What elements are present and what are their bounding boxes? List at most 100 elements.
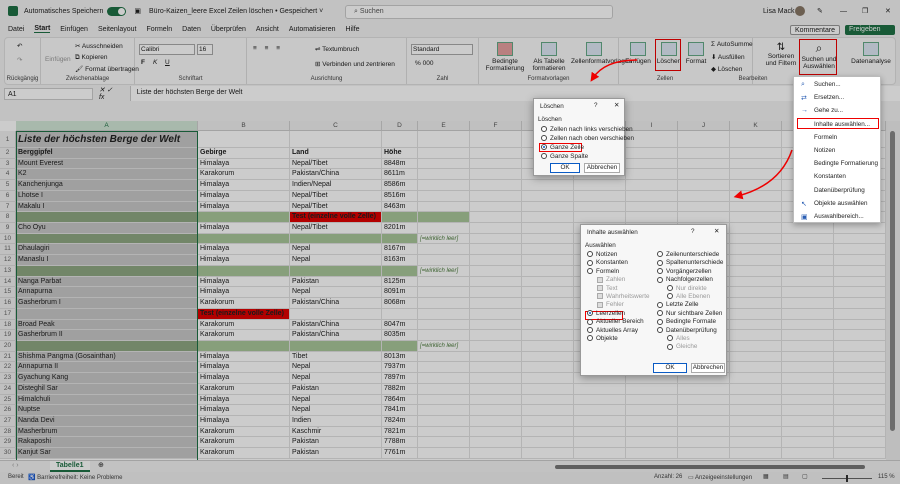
option-label: Ganze Spalte [550, 153, 589, 160]
option[interactable]: Vorgängerzellen [657, 268, 712, 275]
radio-option[interactable]: Zellen nach oben verschieben [541, 135, 634, 142]
menu-item[interactable]: Gehe zu... [814, 107, 843, 114]
option[interactable]: Nur direkte [667, 285, 707, 292]
radio-icon[interactable] [667, 284, 673, 291]
ok-button[interactable]: OK [550, 163, 580, 173]
option[interactable]: Formeln [587, 268, 619, 275]
option-label: Fehler [606, 301, 624, 309]
checkbox-icon[interactable] [597, 276, 603, 283]
section-label: Löschen [538, 116, 562, 123]
radio-icon[interactable] [587, 335, 593, 342]
radio-icon[interactable] [587, 310, 593, 317]
search-icon: ⌕ [801, 81, 805, 88]
menu-item[interactable]: Ersetzen... [814, 94, 844, 101]
option[interactable]: Text [597, 285, 618, 292]
option-label: Aktuelles Array [596, 326, 638, 334]
option-label: Zeilenunterschiede [666, 251, 720, 258]
menu-item[interactable]: Bedingte Formatierung [814, 160, 878, 167]
option-label: Nur sichtbare Zellen [666, 309, 723, 317]
help-icon[interactable]: ? [594, 102, 598, 109]
radio-icon[interactable] [587, 268, 593, 275]
menu-item[interactable]: Suchen... [814, 81, 841, 88]
radio-icon[interactable] [657, 326, 663, 333]
option[interactable]: Leerzellen [587, 310, 625, 317]
option[interactable]: Letzte Zelle [657, 301, 699, 308]
menu-item[interactable]: Auswahlbereich... [814, 213, 864, 220]
option[interactable]: Notizen [587, 251, 617, 258]
option[interactable]: Fehler [597, 301, 624, 308]
option-label: Aktueller Bereich [596, 318, 644, 326]
radio-icon[interactable] [541, 144, 547, 151]
option-label: Alles [676, 335, 690, 342]
option-label: Letzte Zelle [666, 301, 699, 309]
option[interactable]: Nur sichtbare Zellen [657, 310, 722, 317]
menu-item[interactable]: Notizen [814, 147, 835, 154]
radio-icon[interactable] [541, 153, 547, 160]
radio-icon[interactable] [657, 301, 663, 308]
option[interactable]: Wahrheitswerte [597, 293, 650, 300]
option-label: Zellen nach links verschieben [550, 126, 633, 133]
checkbox-icon[interactable] [597, 301, 603, 308]
radio-icon[interactable] [587, 318, 593, 325]
close-icon[interactable]: ✕ [714, 228, 719, 235]
option[interactable]: Aktueller Bereich [587, 318, 644, 325]
section-label: Auswählen [585, 242, 616, 249]
option-label: Zellen nach oben verschieben [550, 135, 635, 142]
close-icon[interactable]: ✕ [614, 102, 619, 109]
option[interactable]: Bedingte Formate [657, 318, 716, 325]
option-label: Vorgängerzellen [666, 267, 712, 275]
radio-option[interactable]: Ganze Spalte [541, 153, 588, 160]
red-arrow-to-delete-dialog [590, 59, 638, 82]
cancel-button[interactable]: Abbrechen [584, 163, 620, 173]
ok-button[interactable]: OK [653, 363, 687, 373]
highlight-box [797, 117, 879, 129]
radio-icon[interactable] [587, 259, 593, 266]
radio-option[interactable]: Ganze Zeile [541, 144, 584, 151]
select-objects-icon: ↖ [801, 200, 807, 208]
option-label: Nur direkte [676, 284, 707, 292]
radio-icon[interactable] [657, 318, 663, 325]
menu-item[interactable]: Konstanten [814, 173, 846, 180]
option-label: Gleiche [676, 343, 698, 351]
option-label: Ganze Zeile [550, 144, 584, 151]
help-icon[interactable]: ? [691, 228, 695, 235]
menu-item[interactable]: Objekte auswählen [814, 200, 868, 207]
option[interactable]: Aktuelles Array [587, 327, 638, 334]
menu-item[interactable]: Datenüberprüfung [814, 187, 865, 194]
radio-option[interactable]: Zellen nach links verschieben [541, 126, 633, 133]
radio-icon[interactable] [587, 251, 593, 258]
radio-icon[interactable] [587, 326, 593, 333]
option[interactable]: Zeilenunterschiede [657, 251, 719, 258]
delete-dialog: Löschen ? ✕ Löschen OK Abbrechen Zellen … [533, 98, 634, 176]
radio-icon[interactable] [657, 310, 663, 317]
radio-icon[interactable] [667, 343, 673, 350]
option-label: Spaltenunterschiede [666, 259, 724, 267]
radio-icon[interactable] [667, 293, 673, 300]
replace-icon: ⇄ [801, 95, 807, 103]
radio-icon[interactable] [657, 276, 663, 283]
option[interactable]: Konstanten [587, 259, 628, 266]
option-label: Objekte [596, 335, 618, 342]
option[interactable]: Zahlen [597, 276, 625, 283]
option[interactable]: Datenüberprüfung [657, 327, 717, 334]
checkbox-icon[interactable] [597, 284, 603, 291]
cancel-button[interactable]: Abbrechen [691, 363, 725, 373]
option[interactable]: Spaltenunterschiede [657, 259, 723, 266]
menu-item[interactable]: Formeln [814, 134, 837, 141]
radio-icon[interactable] [667, 335, 673, 342]
radio-icon[interactable] [657, 259, 663, 266]
option[interactable]: Alle Ebenen [667, 293, 710, 300]
option[interactable]: Alles [667, 335, 690, 342]
radio-icon[interactable] [657, 268, 663, 275]
option[interactable]: Nachfolgerzellen [657, 276, 713, 283]
radio-icon[interactable] [541, 126, 547, 133]
option-label: Nachfolgerzellen [666, 276, 713, 284]
option-label: Datenüberprüfung [666, 326, 717, 334]
option[interactable]: Gleiche [667, 343, 697, 350]
checkbox-icon[interactable] [597, 293, 603, 300]
find-select-menu: ⌕ Suchen... ⇄ Ersetzen... → Gehe zu... Inhalte… [793, 76, 881, 223]
radio-icon[interactable] [657, 251, 663, 258]
radio-icon[interactable] [541, 135, 547, 142]
goto-arrow-icon: → [801, 107, 808, 115]
option[interactable]: Objekte [587, 335, 618, 342]
